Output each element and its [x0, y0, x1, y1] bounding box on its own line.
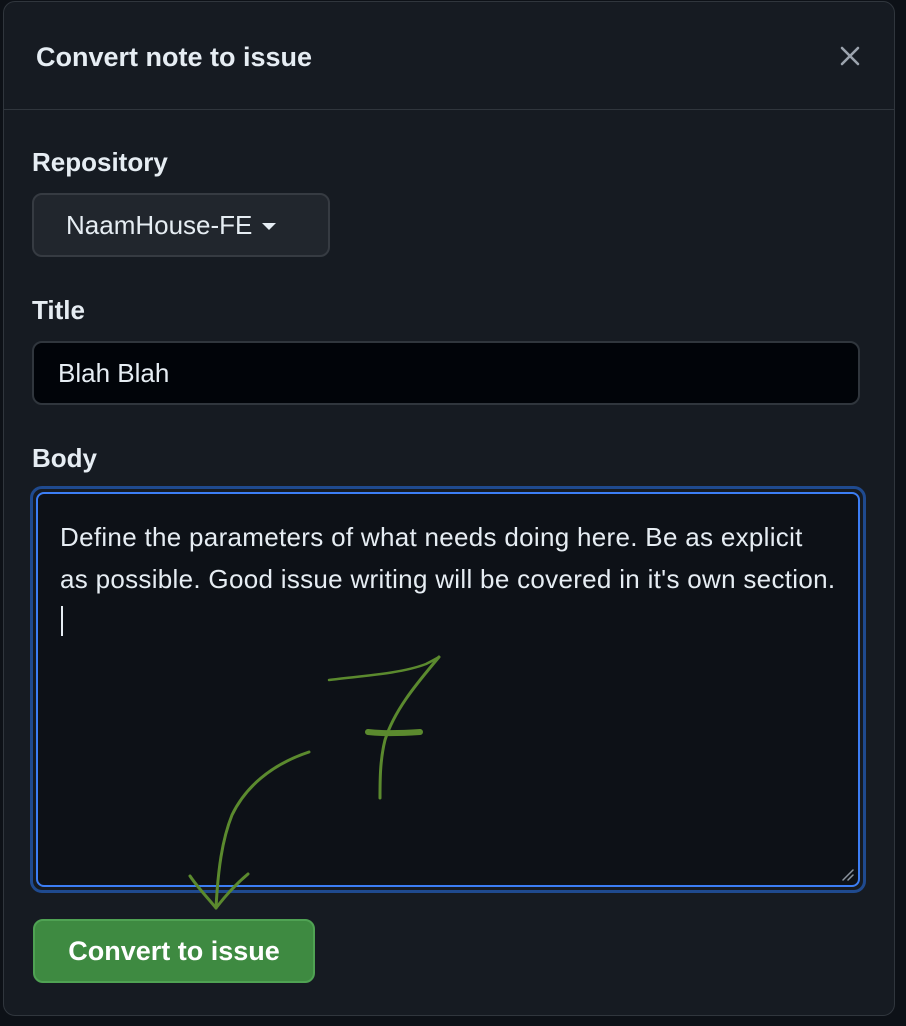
close-button[interactable]: [832, 38, 868, 74]
body-textarea[interactable]: Define the parameters of what needs doin…: [36, 492, 860, 887]
body-focus-ring: Define the parameters of what needs doin…: [30, 486, 866, 893]
text-cursor: [61, 606, 63, 636]
title-input-value: Blah Blah: [58, 357, 170, 388]
body-label: Body: [32, 443, 97, 473]
repository-select-value: NaamHouse-FE: [66, 210, 253, 240]
dialog-title: Convert note to issue: [36, 42, 313, 72]
close-icon: [840, 46, 860, 66]
resize-handle-icon[interactable]: [840, 867, 854, 881]
title-input[interactable]: Blah Blah: [32, 341, 860, 405]
repository-select-button[interactable]: NaamHouse-FE: [32, 193, 330, 257]
dialog-header: Convert note to issue: [4, 2, 894, 110]
repository-label: Repository: [32, 147, 168, 177]
title-label: Title: [32, 295, 85, 325]
convert-to-issue-button[interactable]: Convert to issue: [33, 919, 315, 983]
caret-down-icon: [262, 222, 277, 230]
body-textarea-value: Define the parameters of what needs doin…: [60, 522, 836, 594]
